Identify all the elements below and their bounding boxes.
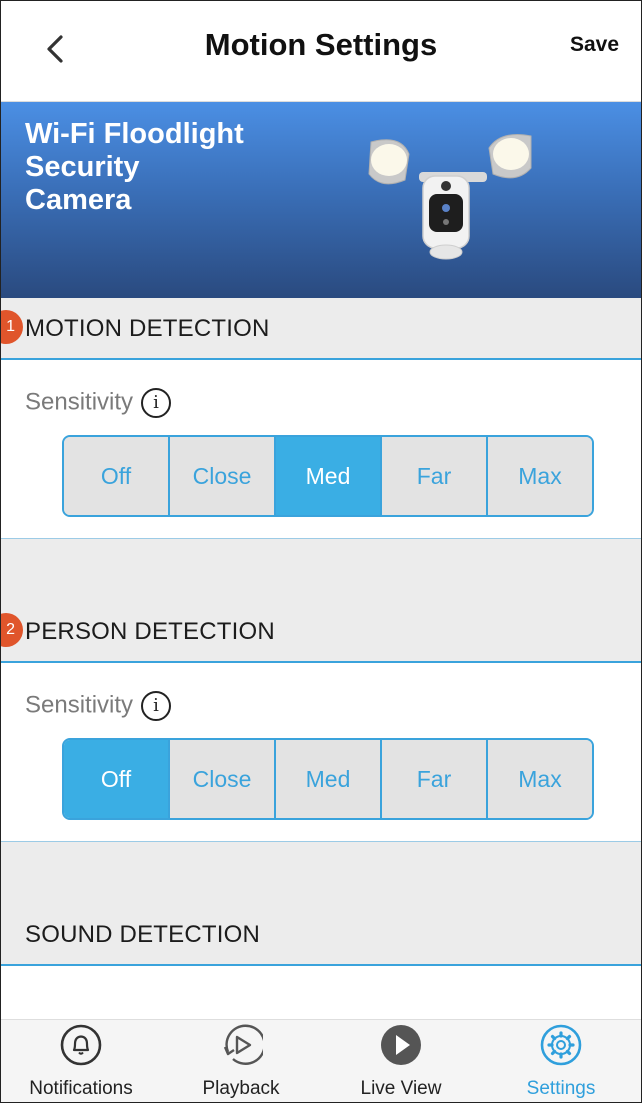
sound-detection-header: SOUND DETECTION (1, 904, 641, 966)
sensitivity-option-med[interactable]: Med (276, 437, 382, 515)
sensitivity-option-max[interactable]: Max (488, 740, 592, 818)
top-bar: Motion Settings Save (1, 1, 641, 102)
section-spacer (1, 539, 641, 601)
sensitivity-option-off[interactable]: Off (64, 437, 170, 515)
section-title: SOUND DETECTION (25, 921, 261, 948)
info-icon[interactable]: i (141, 691, 172, 721)
motion-detection-header: 1 MOTION DETECTION (1, 298, 641, 360)
motion-sensitivity-control: Off Close Med Far Max (62, 435, 594, 517)
section-badge: 2 (1, 613, 23, 647)
sensitivity-row: Sensitivity i (25, 388, 172, 418)
product-banner: Wi-Fi Floodlight Security Camera (1, 102, 641, 298)
floodlight-camera-image (368, 134, 532, 260)
bell-icon (60, 1024, 102, 1066)
replay-icon (223, 1024, 266, 1065)
sensitivity-option-far[interactable]: Far (382, 740, 488, 818)
nav-label: Playback (202, 1078, 280, 1099)
nav-playback[interactable]: Playback (161, 1020, 321, 1102)
sound-sensitivity-panel (1, 966, 641, 1026)
section-spacer (1, 842, 641, 904)
nav-notifications[interactable]: Notifications (1, 1020, 161, 1102)
nav-settings[interactable]: Settings (481, 1020, 641, 1102)
bottom-nav: Notifications Playback Live View Setting… (1, 1019, 641, 1102)
nav-label: Notifications (29, 1078, 133, 1099)
person-sensitivity-control: Off Close Med Far Max (62, 738, 594, 820)
sensitivity-option-close[interactable]: Close (170, 740, 276, 818)
person-detection-header: 2 PERSON DETECTION (1, 601, 641, 663)
save-button[interactable]: Save (570, 33, 619, 57)
person-sensitivity-panel: Sensitivity i Off Close Med Far Max (1, 663, 641, 842)
info-icon[interactable]: i (141, 388, 172, 418)
section-badge: 1 (1, 310, 23, 344)
app-frame: Motion Settings Save Wi-Fi Floodlight Se… (0, 0, 642, 1103)
sensitivity-label: Sensitivity (25, 388, 134, 416)
page-title: Motion Settings (204, 27, 438, 62)
sensitivity-option-far[interactable]: Far (382, 437, 488, 515)
gear-icon (540, 1024, 582, 1066)
section-title: MOTION DETECTION (25, 315, 270, 342)
sensitivity-row: Sensitivity i (25, 691, 172, 721)
nav-live-view[interactable]: Live View (321, 1020, 481, 1102)
section-title: PERSON DETECTION (25, 618, 275, 645)
sensitivity-option-med[interactable]: Med (276, 740, 382, 818)
nav-label: Live View (360, 1078, 442, 1099)
play-circle-icon (381, 1025, 421, 1065)
sensitivity-option-off[interactable]: Off (64, 740, 170, 818)
nav-label: Settings (526, 1078, 596, 1099)
sensitivity-option-max[interactable]: Max (488, 437, 592, 515)
sensitivity-option-close[interactable]: Close (170, 437, 276, 515)
product-name: Wi-Fi Floodlight Security Camera (25, 118, 244, 216)
sensitivity-label: Sensitivity (25, 691, 134, 719)
motion-sensitivity-panel: Sensitivity i Off Close Med Far Max (1, 360, 641, 539)
